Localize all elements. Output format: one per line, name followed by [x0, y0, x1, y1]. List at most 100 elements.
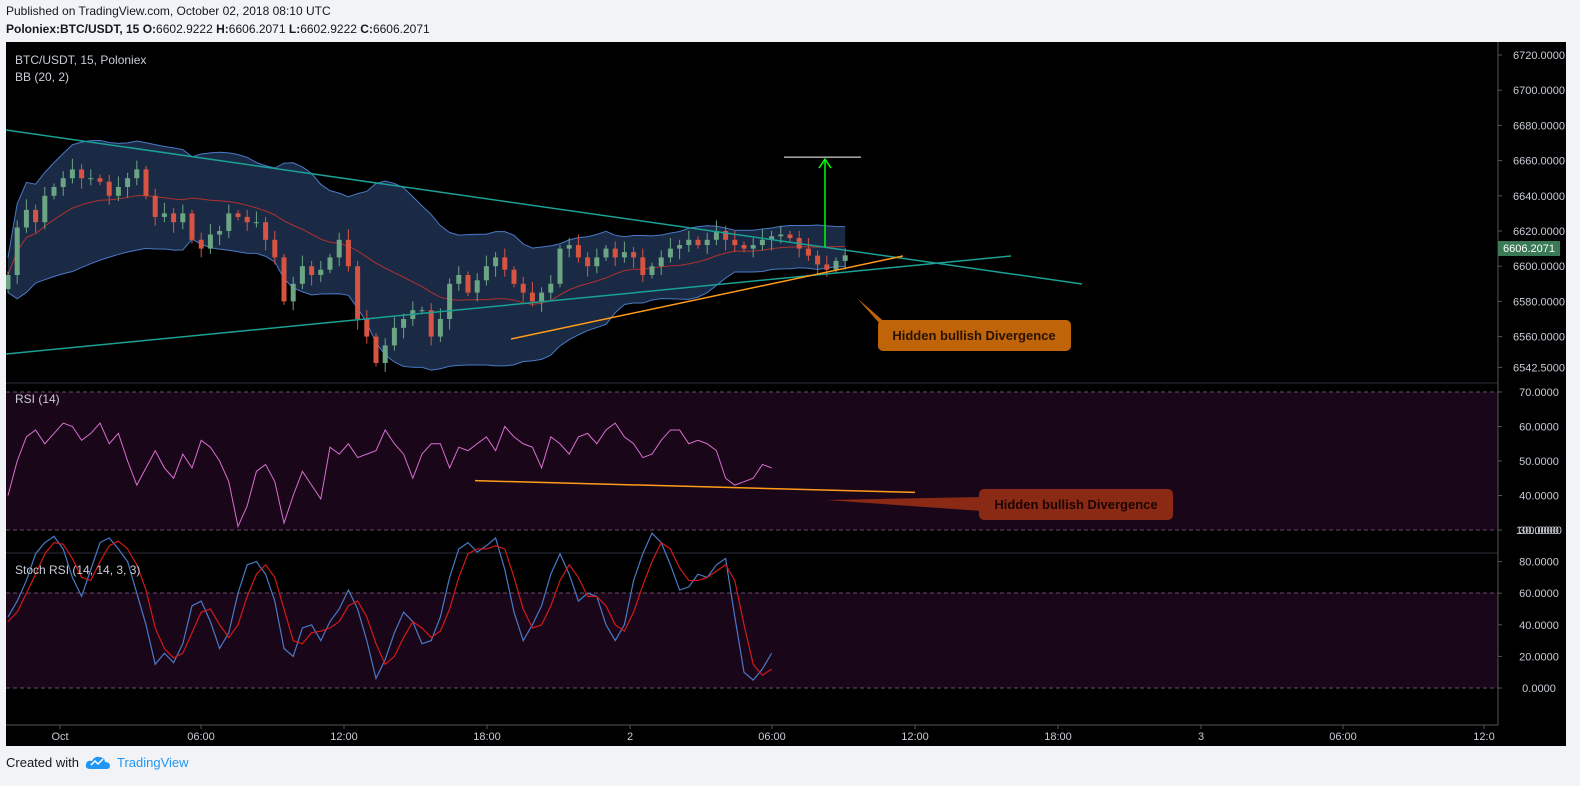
candle-body [244, 216, 250, 223]
candle-body [235, 213, 241, 217]
candle-body [447, 283, 453, 319]
callout-rsi-text: Hidden bullish Divergence [994, 497, 1157, 512]
candle-body [842, 255, 848, 261]
time-tick-label: Oct [51, 731, 68, 743]
candle-body [520, 283, 526, 293]
candle-body [115, 187, 121, 196]
candle-body [603, 248, 609, 258]
time-tick-label: 12:0 [1473, 731, 1494, 743]
candle-body [833, 260, 839, 270]
candle-body [631, 252, 637, 258]
price-tick-label: 6680.0000 [1513, 120, 1565, 132]
candle-body [143, 169, 149, 196]
candle-body [502, 257, 508, 270]
candle-body [640, 257, 646, 275]
candle-body [189, 213, 195, 240]
time-tick-label: 2 [627, 731, 633, 743]
rsi-pane[interactable]: RSI (14) Hidden bullish Divergence [6, 391, 1498, 531]
candle-body [621, 252, 627, 258]
rsi-tick-label: 60.0000 [1519, 422, 1559, 434]
price-tick-label: 6580.0000 [1513, 296, 1565, 308]
o-value: 6602.9222 [156, 22, 213, 36]
tradingview-cloud-icon [85, 756, 110, 769]
candle-body [483, 266, 489, 281]
price-tick-label: 6720.0000 [1513, 50, 1565, 62]
candle-body [649, 266, 655, 275]
rsi-band [6, 392, 1498, 530]
candle-body [658, 257, 664, 267]
candle-body [667, 248, 673, 258]
candle-body [79, 169, 85, 179]
l-label: L: [288, 22, 301, 36]
candle-body [60, 178, 66, 187]
candle-body [529, 292, 535, 302]
tradingview-brand[interactable]: TradingView [117, 755, 189, 770]
candle-body [125, 178, 131, 187]
rsi-title: RSI (14) [15, 392, 60, 406]
candle-body [787, 234, 793, 239]
symbol-label: Poloniex:BTC/USDT, 15 [6, 22, 140, 36]
candle-body [161, 213, 167, 217]
candle-body [548, 283, 554, 293]
candle-body [493, 257, 499, 267]
candle-body [327, 257, 333, 270]
candle-body [373, 336, 379, 363]
candle-body [97, 178, 103, 182]
candle-body [824, 264, 830, 270]
candle-body [217, 231, 223, 235]
time-tick-label: 3 [1198, 731, 1204, 743]
price-tick-label: 6542.5000 [1513, 362, 1565, 374]
candle-body [88, 178, 94, 180]
candle-body [428, 310, 434, 337]
candle-body [355, 266, 361, 319]
candle-body [226, 213, 232, 231]
candle-body [290, 283, 296, 302]
h-label: H: [216, 22, 229, 36]
stoch-tick-label: 60.0000 [1519, 588, 1559, 600]
price-title: BTC/USDT, 15, Poloniex [15, 53, 146, 67]
published-line: Published on TradingView.com, October 02… [6, 4, 331, 18]
candle-body [14, 227, 20, 275]
bb-title: BB (20, 2) [15, 70, 69, 84]
candle-body [741, 245, 747, 249]
candle-body [6, 275, 11, 290]
created-with-label: Created with [6, 755, 79, 770]
candle-body [704, 239, 710, 246]
candle-body [759, 239, 765, 246]
candle-body [382, 345, 388, 363]
footer: Created with TradingView [6, 755, 189, 770]
candle-body [299, 266, 305, 284]
last-price-tag: 6606.2071 [1498, 241, 1560, 256]
candle-body [594, 257, 600, 267]
time-tick-label: 18:00 [473, 731, 501, 743]
candle-body [180, 213, 186, 223]
time-tick-label: 06:00 [1329, 731, 1357, 743]
last-price-text: 6606.2071 [1503, 243, 1555, 255]
candle-body [345, 239, 351, 267]
candle-body [171, 213, 177, 223]
candle-body [686, 239, 692, 246]
candle-body [456, 275, 462, 284]
chart-svg[interactable]: BTC/USDT, 15, Poloniex BB (20, 2) Hidden… [6, 42, 1566, 746]
time-tick-label: 12:00 [901, 731, 929, 743]
candle-body [575, 245, 581, 258]
c-value: 6606.2071 [372, 22, 430, 36]
stoch-tick-label: 20.0000 [1519, 651, 1559, 663]
candle-body [134, 169, 140, 179]
c-label: C: [360, 22, 373, 36]
candle-body [253, 222, 259, 224]
candle-body [474, 280, 480, 293]
time-tick-label: 06:00 [758, 731, 786, 743]
candle-body [750, 245, 756, 249]
candle-body [198, 239, 204, 249]
ohlc-line: Poloniex:BTC/USDT, 15 O:6602.9222 H:6606… [6, 22, 430, 36]
candle-body [557, 248, 563, 284]
candle-body [695, 239, 701, 246]
candle-body [281, 257, 287, 302]
h-value: 6606.2071 [228, 22, 286, 36]
candle-body [106, 181, 112, 196]
candle-body [69, 169, 75, 179]
stoch-tick-label: 0.0000 [1522, 683, 1556, 695]
price-tick-label: 6600.0000 [1513, 261, 1565, 273]
stoch-tick-label: 80.0000 [1519, 557, 1559, 569]
